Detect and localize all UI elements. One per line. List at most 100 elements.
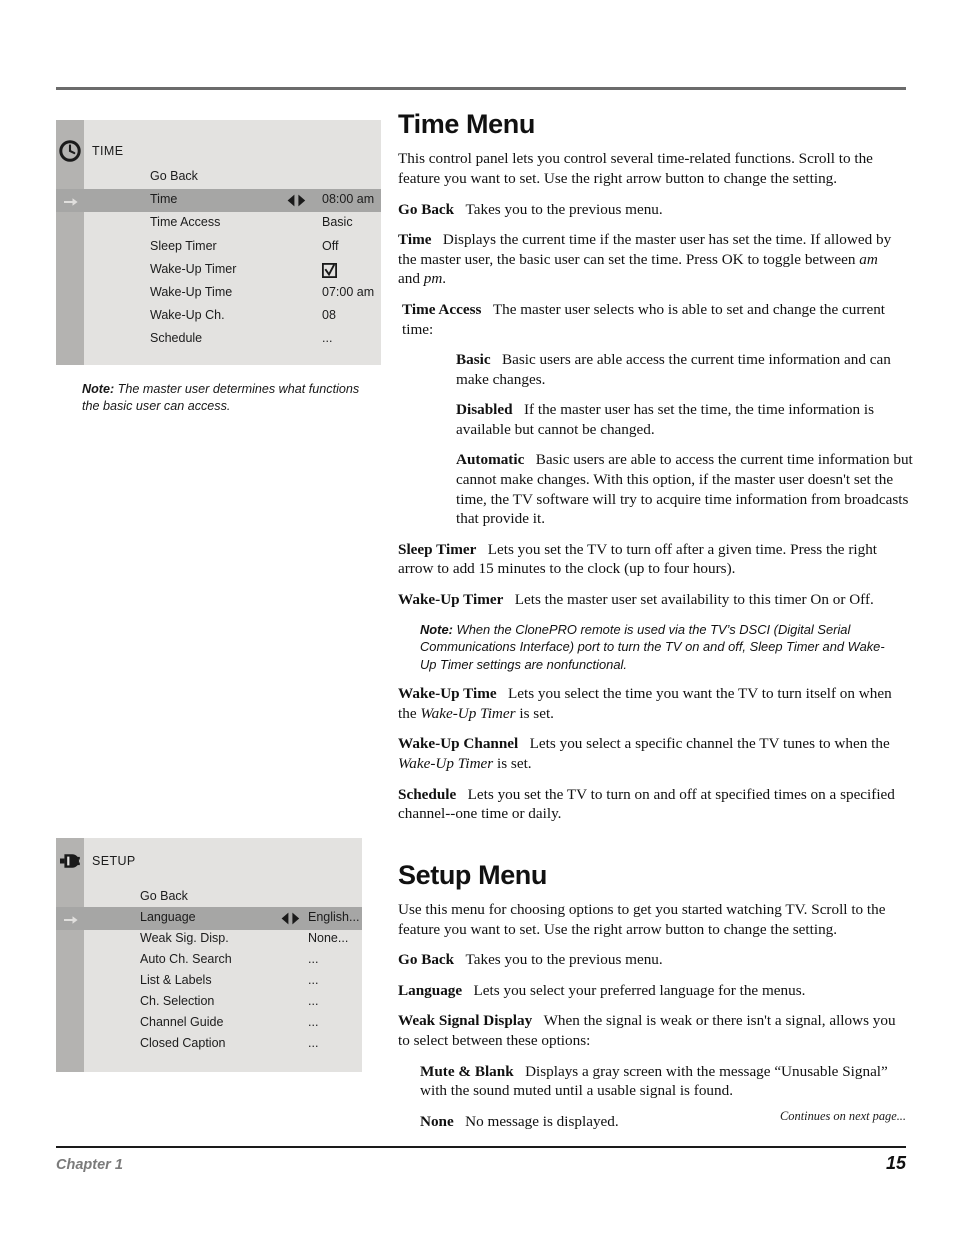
basic-definition: Basic Basic users are able access the cu… — [456, 350, 898, 389]
page-number: 15 — [885, 1153, 906, 1173]
term-wake-up-time: Wake-Up Time — [398, 685, 497, 703]
osd-item-value: ... — [308, 1015, 319, 1029]
header-rule — [56, 87, 906, 90]
clock-icon — [59, 140, 81, 162]
osd-menu-item-ch-selection[interactable]: Ch. Selection... — [84, 991, 362, 1014]
time-em-am: am — [859, 250, 878, 268]
time-menu-heading: Time Menu — [398, 109, 535, 139]
term-sleep-timer: Sleep Timer — [398, 540, 477, 558]
schedule-text: Lets you set the TV to turn on and off a… — [398, 785, 895, 823]
footer-rule — [56, 1146, 906, 1148]
term-automatic: Automatic — [456, 451, 525, 469]
osd-item-label: Language — [140, 910, 196, 924]
osd-item-label: Wake-Up Timer — [150, 261, 237, 276]
osd-menu-item-schedule[interactable]: Schedule... — [84, 328, 381, 351]
none-text: No message is displayed. — [465, 1112, 619, 1130]
wake-up-channel-text-a: Lets you select a specific channel the T… — [529, 735, 890, 753]
time-definition: Time Displays the current time if the ma… — [398, 230, 898, 289]
setup-menu-osd-panel: SETUP Go Back Language English... Weak Sig.… — [56, 838, 362, 1072]
osd-item-label: Closed Caption — [140, 1036, 226, 1050]
term-setup-go-back: Go Back — [398, 951, 455, 969]
osd-menu-item-wake-up-ch[interactable]: Wake-Up Ch. 08 — [84, 305, 381, 328]
osd-item-value: None... — [308, 931, 349, 945]
disabled-text: If the master user has set the time, the… — [456, 401, 874, 438]
osd-title-time: TIME — [92, 144, 124, 158]
osd-item-label: Schedule — [150, 331, 203, 346]
mute-blank-definition: Mute & Blank Displays a gray screen with… — [420, 1062, 898, 1101]
left-right-adjust-arrows-icon[interactable] — [280, 912, 302, 925]
osd-title-setup: SETUP — [92, 854, 136, 868]
time-menu-intro: This control panel lets you control seve… — [398, 150, 873, 187]
weak-signal-definition: Weak Signal Display When the signal is w… — [398, 1011, 898, 1050]
osd-item-value: ... — [308, 952, 319, 966]
osd-item-value: ... — [322, 331, 333, 346]
chapter-label: Chapter 1 — [56, 1157, 123, 1173]
osd-menu-item-time-access[interactable]: Time Access Basic — [84, 212, 381, 235]
osd-item-value: ... — [308, 973, 319, 987]
time-text-c: . — [442, 270, 447, 288]
wake-up-time-text-b: is set. — [515, 704, 554, 722]
go-back-definition: Go Back Takes you to the previous menu. — [398, 200, 898, 220]
right-arrow-icon — [64, 913, 78, 925]
wake-up-channel-definition: Wake-Up Channel Lets you select a specif… — [398, 734, 898, 773]
osd-menu-item-go-back[interactable]: Go Back — [84, 886, 362, 909]
language-text: Lets you select your preferred language … — [473, 981, 806, 999]
checked-checkbox-icon[interactable] — [321, 262, 337, 278]
osd-menu-item-language[interactable]: Language English... — [84, 907, 362, 930]
dsci-note-label: Note: — [420, 621, 453, 637]
term-go-back: Go Back — [398, 200, 455, 218]
osd-item-value: ... — [308, 1036, 319, 1050]
osd-menu-item-list-labels[interactable]: List & Labels... — [84, 970, 362, 993]
term-wake-up-channel: Wake-Up Channel — [398, 735, 519, 753]
wake-up-time-definition: Wake-Up Time Lets you select the time yo… — [398, 684, 898, 723]
wake-up-timer-text: Lets the master user set availability to… — [514, 591, 874, 609]
setup-menu-intro: Use this menu for choosing options to ge… — [398, 901, 886, 938]
osd-left-rail — [56, 838, 84, 1072]
wake-up-channel-text-b: is set. — [493, 754, 532, 772]
osd-item-label: Channel Guide — [140, 1015, 224, 1029]
plug-connector-icon — [59, 850, 81, 872]
osd-menu-item-go-back[interactable]: Go Back — [84, 166, 381, 189]
osd-item-value: 08:00 am — [322, 192, 375, 207]
setup-go-back-definition: Go Back Takes you to the previous menu. — [398, 950, 898, 970]
osd-menu-item-auto-ch-search[interactable]: Auto Ch. Search... — [84, 949, 362, 972]
go-back-text: Takes you to the previous menu. — [465, 200, 663, 218]
time-em-pm: pm — [423, 270, 443, 288]
term-mute-blank: Mute & Blank — [420, 1062, 514, 1080]
osd-menu-item-wake-up-time[interactable]: Wake-Up Time 07:00 am — [84, 282, 381, 305]
term-basic: Basic — [456, 351, 491, 369]
term-none: None — [420, 1112, 454, 1130]
time-access-definition: Time Access The master user selects who … — [402, 300, 898, 339]
right-arrow-icon — [64, 195, 78, 207]
basic-text: Basic users are able access the current … — [456, 351, 891, 388]
osd-menu-item-sleep-timer[interactable]: Sleep Timer Off — [84, 236, 381, 259]
left-right-adjust-arrows-icon[interactable] — [286, 194, 308, 207]
osd-item-label: Weak Sig. Disp. — [140, 931, 229, 945]
term-time: Time — [398, 231, 432, 249]
osd-menu-item-weak-sig-disp[interactable]: Weak Sig. Disp. None... — [84, 928, 362, 951]
term-schedule: Schedule — [398, 785, 457, 803]
osd-item-value: 08 — [322, 308, 336, 323]
disabled-definition: Disabled If the master user has set the … — [456, 400, 898, 439]
osd-menu-item-time[interactable]: Time 08:00 am — [84, 189, 381, 213]
wake-up-timer-definition: Wake-Up Timer Lets the master user set a… — [398, 590, 898, 610]
osd-item-value: Off — [322, 238, 339, 253]
time-menu-sidenote: Note: The master user determines what fu… — [82, 381, 372, 415]
automatic-text: Basic users are able to access the curre… — [456, 451, 913, 528]
dsci-note: Note: When the ClonePRO remote is used v… — [420, 621, 890, 674]
osd-item-label: Auto Ch. Search — [140, 952, 232, 966]
osd-item-label: Go Back — [150, 169, 198, 183]
osd-menu-item-closed-caption[interactable]: Closed Caption... — [84, 1033, 362, 1056]
osd-menu-item-channel-guide[interactable]: Channel Guide... — [84, 1012, 362, 1035]
setup-go-back-text: Takes you to the previous menu. — [465, 951, 663, 969]
term-weak-signal-display: Weak Signal Display — [398, 1012, 533, 1030]
document-page: TIME Go Back Time 08:00 am Time Access Basic… — [0, 0, 954, 1235]
osd-menu-item-wake-up-timer[interactable]: Wake-Up Timer — [84, 259, 381, 282]
setup-menu-heading: Setup Menu — [398, 859, 547, 890]
osd-item-label: Wake-Up Time — [150, 285, 233, 299]
wake-up-channel-em: Wake-Up Timer — [398, 754, 494, 772]
osd-item-value: 07:00 am — [322, 285, 375, 299]
time-menu-osd-panel: TIME Go Back Time 08:00 am Time Access Basic… — [56, 120, 381, 365]
time-text-a: Displays the current time if the master … — [398, 231, 892, 268]
